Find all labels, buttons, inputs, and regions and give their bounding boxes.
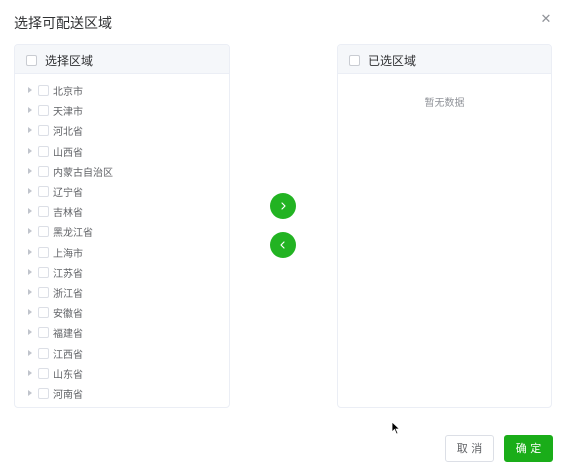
tree-item-label: 河北省 [53,127,83,139]
tree-item-label: 福建省 [53,329,83,341]
tree-item-label: 天津市 [53,107,83,119]
tree-item[interactable]: 天津市 [15,101,229,121]
tree-item[interactable]: 内蒙古自治区 [15,162,229,182]
tree-item[interactable]: 吉林省 [15,202,229,222]
tree-item-checkbox[interactable] [38,307,49,319]
caret-right-icon[interactable] [28,147,32,154]
confirm-button[interactable]: 确 定 [504,435,553,462]
tree-item-checkbox[interactable] [38,206,49,218]
tree-item[interactable]: 江苏省 [15,263,229,283]
caret-right-icon[interactable] [28,107,32,114]
tree-item-label: 山西省 [53,147,83,159]
tree-item-checkbox[interactable] [38,327,49,339]
tree-item[interactable]: 浙江省 [15,283,229,303]
tree-item-label: 上海市 [53,248,83,260]
caret-right-icon[interactable] [28,87,32,93]
tree-item[interactable]: 福建省 [15,323,229,343]
tree-item-label: 内蒙古自治区 [53,167,113,179]
caret-right-icon[interactable] [28,248,32,255]
tree-item[interactable]: 北京市 [15,81,229,101]
tree-item-label: 黑龙江省 [53,228,93,240]
caret-right-icon[interactable] [28,167,32,174]
tree-item-label: 河南省 [53,390,83,401]
caret-right-icon[interactable] [28,349,32,356]
tree-item[interactable]: 黑龙江省 [15,222,229,242]
tree-item-checkbox[interactable] [38,125,49,137]
cancel-button[interactable]: 取 消 [445,435,494,462]
target-panel: 已选区域 暂无数据 [337,44,552,408]
tree-item-checkbox[interactable] [38,266,49,278]
tree-item-checkbox[interactable] [38,388,49,399]
tree-item[interactable]: 江西省 [15,344,229,364]
tree-item[interactable]: 山西省 [15,142,229,162]
caret-right-icon[interactable] [28,329,32,336]
tree-item-checkbox[interactable] [38,165,49,177]
mouse-cursor-icon [391,421,401,435]
caret-right-icon[interactable] [28,127,32,134]
tree-item-label: 山东省 [53,369,83,381]
target-panel-header: 已选区域 [338,45,551,74]
tree-item-checkbox[interactable] [38,145,49,157]
tree-item-checkbox[interactable] [38,186,49,197]
chevron-right-icon [281,202,286,210]
caret-right-icon[interactable] [28,390,32,396]
tree-item-label: 安徽省 [53,309,83,321]
target-select-all-checkbox[interactable] [349,55,360,66]
caret-right-icon[interactable] [28,188,32,194]
move-left-button[interactable] [270,232,296,258]
tree-item-checkbox[interactable] [38,287,49,298]
tree-item[interactable]: 河南省 [15,384,229,404]
tree-item[interactable]: 辽宁省 [15,182,229,202]
tree-item[interactable]: 河北省 [15,121,229,141]
tree-item-checkbox[interactable] [38,226,49,238]
caret-right-icon[interactable] [28,309,32,316]
tree-item-label: 江西省 [53,349,83,361]
caret-right-icon[interactable] [28,289,32,295]
caret-right-icon[interactable] [28,369,32,376]
tree-item[interactable]: 山东省 [15,364,229,384]
tree-item-checkbox[interactable] [38,105,49,117]
tree-item[interactable]: 上海市 [15,243,229,263]
tree-item-label: 江苏省 [53,268,83,280]
source-panel: 选择区域 北京市天津市河北省山西省内蒙古自治区 辽宁省吉林省黑龙江省上海市江苏省浙… [14,44,230,408]
chevron-left-icon [280,241,285,249]
move-right-button[interactable] [270,193,296,219]
caret-right-icon[interactable] [28,208,32,215]
tree-item[interactable]: 安徽省 [15,303,229,323]
tree-item-checkbox[interactable] [38,246,49,258]
select-all-checkbox[interactable] [26,55,37,66]
tree-item-checkbox[interactable] [38,367,49,379]
tree-item-label: 吉林省 [53,208,83,220]
tree-item-checkbox[interactable] [38,347,49,359]
region-select-dialog: 选择可配送区域 ✕ 选择区域 北京市天津市河北省山西省内蒙古自治区 辽宁省吉林省黑… [0,0,564,476]
tree-item-checkbox[interactable] [38,85,49,96]
dialog-title: 选择可配送区域 [14,16,112,32]
empty-text: 暂无数据 [424,98,465,109]
tree-item-label: 浙江省 [53,289,83,300]
caret-right-icon[interactable] [28,268,32,275]
close-icon[interactable]: ✕ [539,13,553,27]
source-panel-header: 选择区域 [15,45,229,74]
target-panel-title: 已选区域 [368,54,417,68]
tree-item-label: 北京市 [53,87,83,98]
source-panel-title: 选择区域 [45,54,94,68]
caret-right-icon[interactable] [28,228,32,235]
tree-item-label: 辽宁省 [53,188,83,199]
